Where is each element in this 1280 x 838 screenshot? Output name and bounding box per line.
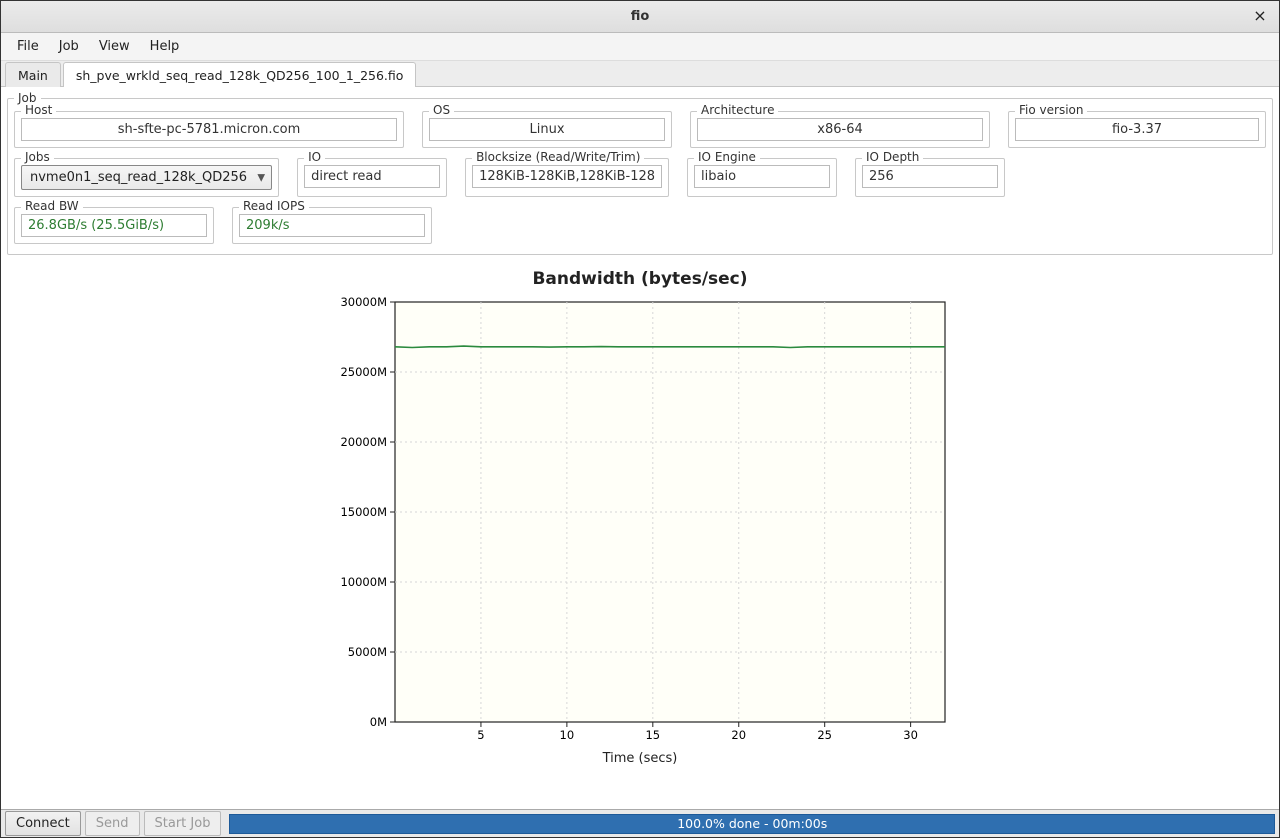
content-area: Job Host sh-sfte-pc-5781.micron.com OS L… [1, 87, 1279, 809]
readbw-value: 26.8GB/s (25.5GiB/s) [21, 214, 207, 237]
svg-text:5: 5 [477, 728, 484, 742]
readbw-label: Read BW [21, 199, 83, 213]
svg-text:30: 30 [903, 728, 918, 742]
jobs-box: Jobs nvme0n1_seq_read_128k_QD256 ▼ [14, 158, 279, 197]
menu-view[interactable]: View [89, 35, 140, 58]
titlebar: fio × [1, 1, 1279, 33]
readiops-value: 209k/s [239, 214, 425, 237]
svg-text:5000M: 5000M [348, 645, 387, 659]
host-label: Host [21, 103, 56, 117]
svg-text:30000M: 30000M [340, 297, 387, 309]
jobs-dropdown[interactable]: nvme0n1_seq_read_128k_QD256 ▼ [21, 165, 272, 190]
blocksize-box: Blocksize (Read/Write/Trim) 128KiB-128Ki… [465, 158, 669, 197]
svg-text:10: 10 [560, 728, 575, 742]
io-label: IO [304, 150, 325, 164]
blocksize-value: 128KiB-128KiB,128KiB-128 [472, 165, 662, 188]
tab-main[interactable]: Main [5, 62, 61, 87]
tab-bar: Main sh_pve_wrkld_seq_read_128k_QD256_10… [1, 61, 1279, 87]
svg-text:15: 15 [645, 728, 660, 742]
menu-help[interactable]: Help [140, 35, 190, 58]
chart-area: Bandwidth (bytes/sec) 0M 5000M 10000M 15000… [7, 269, 1273, 766]
chevron-down-icon: ▼ [257, 172, 265, 183]
svg-text:20000M: 20000M [340, 435, 387, 449]
ioengine-box: IO Engine libaio [687, 158, 837, 197]
menu-file[interactable]: File [7, 35, 49, 58]
svg-text:25000M: 25000M [340, 365, 387, 379]
ioengine-value: libaio [694, 165, 830, 188]
tab-jobfile[interactable]: sh_pve_wrkld_seq_read_128k_QD256_100_1_2… [63, 62, 417, 87]
arch-value: x86-64 [697, 118, 983, 141]
startjob-button[interactable]: Start Job [144, 811, 222, 836]
progress-bar: 100.0% done - 00m:00s [229, 814, 1275, 834]
bandwidth-chart: 0M 5000M 10000M 15000M 20000M 25000M 30000M 5 10… [320, 297, 960, 747]
job-fieldset: Job Host sh-sfte-pc-5781.micron.com OS L… [7, 91, 1273, 255]
statusbar: Connect Send Start Job 100.0% done - 00m… [1, 809, 1279, 837]
svg-text:20: 20 [731, 728, 746, 742]
iodepth-box: IO Depth 256 [855, 158, 1005, 197]
svg-text:15000M: 15000M [340, 505, 387, 519]
app-window: fio × File Job View Help Main sh_pve_wrk… [0, 0, 1280, 838]
readiops-label: Read IOPS [239, 199, 309, 213]
os-box: OS Linux [422, 111, 672, 148]
fio-value: fio-3.37 [1015, 118, 1259, 141]
readiops-box: Read IOPS 209k/s [232, 207, 432, 244]
plot-wrap: 0M 5000M 10000M 15000M 20000M 25000M 30000M 5 10… [320, 297, 960, 747]
io-value: direct read [304, 165, 440, 188]
svg-text:10000M: 10000M [340, 575, 387, 589]
io-box: IO direct read [297, 158, 447, 197]
iodepth-value: 256 [862, 165, 998, 188]
jobs-label: Jobs [21, 150, 54, 164]
chart-title: Bandwidth (bytes/sec) [532, 269, 747, 289]
fio-box: Fio version fio-3.37 [1008, 111, 1266, 148]
blocksize-label: Blocksize (Read/Write/Trim) [472, 150, 644, 164]
readbw-box: Read BW 26.8GB/s (25.5GiB/s) [14, 207, 214, 244]
svg-text:25: 25 [817, 728, 832, 742]
fio-label: Fio version [1015, 103, 1087, 117]
iodepth-label: IO Depth [862, 150, 923, 164]
close-icon[interactable]: × [1251, 7, 1269, 25]
svg-text:0M: 0M [370, 715, 387, 729]
os-label: OS [429, 103, 454, 117]
connect-button[interactable]: Connect [5, 811, 81, 836]
menubar: File Job View Help [1, 33, 1279, 61]
progress-text: 100.0% done - 00m:00s [677, 816, 827, 831]
jobs-value: nvme0n1_seq_read_128k_QD256 [30, 170, 247, 185]
chart-xlabel: Time (secs) [603, 751, 678, 766]
arch-label: Architecture [697, 103, 778, 117]
ioengine-label: IO Engine [694, 150, 760, 164]
menu-job[interactable]: Job [49, 35, 89, 58]
host-value: sh-sfte-pc-5781.micron.com [21, 118, 397, 141]
arch-box: Architecture x86-64 [690, 111, 990, 148]
host-box: Host sh-sfte-pc-5781.micron.com [14, 111, 404, 148]
os-value: Linux [429, 118, 665, 141]
window-title: fio [631, 9, 650, 24]
send-button[interactable]: Send [85, 811, 140, 836]
